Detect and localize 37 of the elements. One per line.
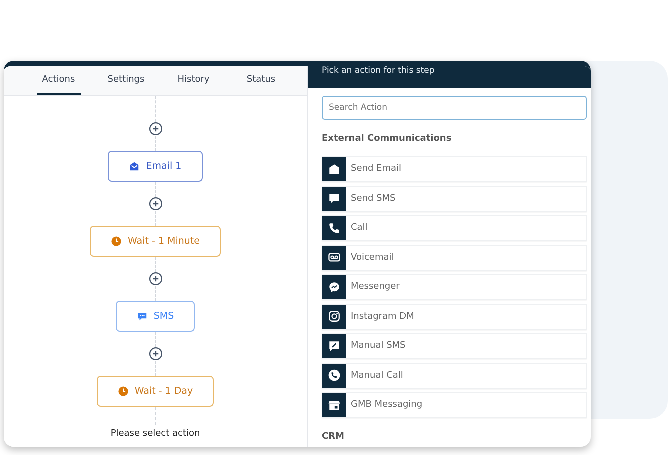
workflow-step[interactable]: Wait - 1 Day <box>96 376 214 407</box>
tab[interactable]: Actions <box>37 66 80 95</box>
chat-bubble-icon <box>328 192 340 205</box>
tab[interactable]: Status <box>240 66 283 95</box>
tab[interactable]: Settings <box>104 66 148 95</box>
clock-icon <box>118 386 129 397</box>
action-item[interactable]: Manual Call <box>322 362 587 388</box>
add-step-icon[interactable] <box>148 272 162 286</box>
section-heading: External Communications <box>322 134 453 144</box>
action-item[interactable]: Manual SMS <box>322 333 587 359</box>
phone-circle-icon <box>328 369 340 382</box>
tab[interactable]: History <box>172 66 216 95</box>
messenger-icon <box>328 280 340 294</box>
workflow-step[interactable]: Email 1 <box>108 151 203 182</box>
search-field[interactable]: Search Action <box>322 96 587 120</box>
add-step-icon[interactable] <box>148 347 162 361</box>
section-heading: CRM <box>322 432 346 442</box>
action-item[interactable]: Messenger <box>322 274 587 300</box>
voicemail-icon <box>328 251 340 264</box>
action-item[interactable]: Call <box>322 215 587 241</box>
chat-bubble-icon <box>136 311 148 322</box>
workflow-step[interactable]: SMS <box>116 301 196 332</box>
action-item[interactable]: Send SMS <box>322 186 587 212</box>
add-step-icon[interactable] <box>148 122 162 136</box>
pencil-bubble-icon <box>328 340 340 352</box>
status-text: Please select action <box>110 429 200 439</box>
phone-icon <box>328 222 340 234</box>
workflow-step[interactable]: Wait - 1 Minute <box>90 226 221 257</box>
action-item[interactable]: Send Email <box>322 156 587 182</box>
clock-icon <box>111 236 122 247</box>
action-item[interactable]: GMB Messaging <box>322 392 587 418</box>
action-item[interactable]: Voicemail <box>322 244 587 270</box>
panel-title: Pick an action for this step <box>308 66 591 88</box>
camera-icon <box>328 310 340 323</box>
add-step-icon[interactable] <box>148 197 162 211</box>
storefront-icon <box>328 398 340 412</box>
action-item[interactable]: Instagram DM <box>322 304 587 330</box>
